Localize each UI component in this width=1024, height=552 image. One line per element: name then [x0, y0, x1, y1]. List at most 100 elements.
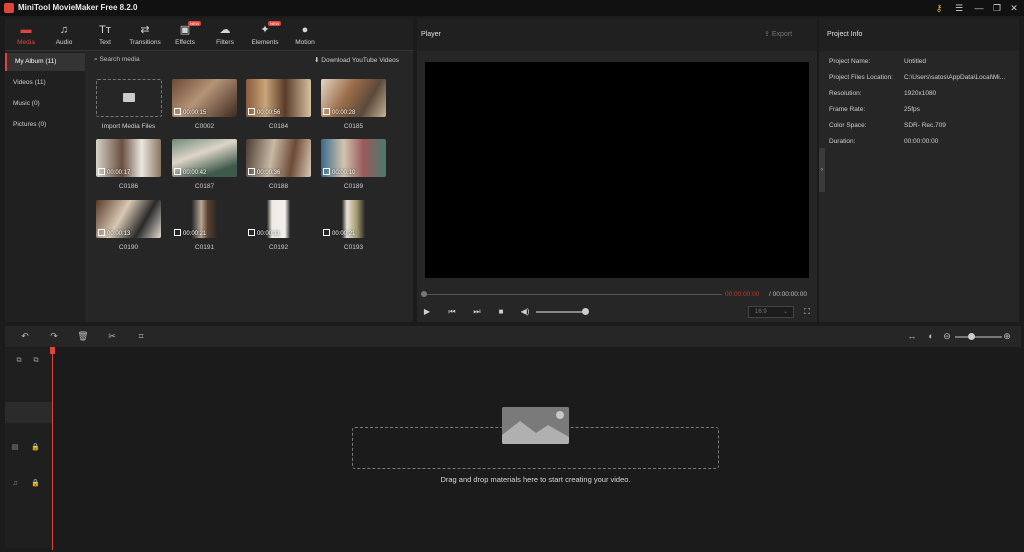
clip-thumbnail[interactable]: 00:00:11 — [246, 200, 311, 238]
scrub-bar[interactable] — [425, 294, 722, 295]
delete-icon[interactable]: 🗑 — [77, 330, 89, 342]
frame-rate-value: 25fps — [904, 106, 920, 113]
tab-motion[interactable]: ● Motion — [286, 18, 324, 51]
export-icon: ⇪ — [764, 31, 772, 38]
clip-name: C0192 — [268, 244, 289, 251]
frame-rate-label: Frame Rate: — [829, 106, 866, 113]
folder-icon: ▬ — [20, 24, 32, 36]
lock-icon[interactable]: 🔒 — [31, 480, 40, 488]
clip-thumbnail[interactable]: 00:00:17 — [96, 139, 161, 177]
tab-audio[interactable]: ♫ Audio — [45, 18, 83, 51]
clip-name: C0002 — [194, 123, 215, 130]
undo-icon[interactable]: ↶ — [19, 330, 31, 342]
new-badge: NEW — [188, 21, 202, 26]
copy-track-icon[interactable]: ⧉ — [32, 357, 40, 365]
collapse-panel-button[interactable]: › — [819, 148, 825, 192]
export-button[interactable]: ⇪ Export — [764, 30, 792, 38]
clip-thumbnail[interactable]: 00:00:56 — [246, 79, 311, 117]
player-header — [417, 18, 817, 51]
clip-thumbnail[interactable]: 00:00:42 — [172, 139, 237, 177]
zoom-out-icon[interactable]: ⊖ — [941, 330, 953, 342]
clip-name: C0186 — [118, 183, 139, 190]
clip-thumbnail[interactable]: 00:00:28 — [321, 79, 386, 117]
clip-name: C0190 — [118, 244, 139, 251]
close-button[interactable]: ✕ — [1005, 1, 1023, 15]
tab-text[interactable]: Tт Text — [86, 18, 124, 51]
music-track-icon: ♫ — [12, 480, 18, 487]
zoom-handle[interactable] — [968, 333, 975, 340]
motion-icon: ● — [301, 24, 309, 36]
clip-thumbnail[interactable]: 00:00:21 — [172, 200, 237, 238]
aspect-ratio-select[interactable]: 16:9 ⌄ — [748, 306, 794, 318]
drop-hint-text: Drag and drop materials here to start cr… — [440, 475, 631, 484]
current-time: 00:00:00:00 — [725, 291, 760, 298]
color-space-value: SDR- Rec.709 — [904, 122, 946, 129]
fit-timeline-icon[interactable]: ↔ — [906, 330, 918, 342]
download-youtube-button[interactable]: ⬇ Download YouTube Videos — [314, 56, 399, 64]
import-media-label: Import Media Files — [101, 123, 156, 130]
new-badge: NEW — [268, 21, 282, 26]
clip-name: C0189 — [343, 183, 364, 190]
audio-mixer-icon[interactable]: ◐ — [925, 330, 937, 342]
scrub-handle[interactable] — [421, 291, 427, 297]
total-time: / 00:00:00:00 — [769, 291, 807, 298]
stop-icon[interactable]: ■ — [495, 306, 507, 318]
tab-filters[interactable]: ☁ Filters — [206, 18, 244, 51]
toolbar-tabs: ▬ Media ♫ Audio Tт Text ⇄ Transitions ▣ NEW Ef… — [5, 18, 413, 51]
video-preview — [425, 62, 809, 278]
clip-thumbnail[interactable]: 00:00:13 — [96, 200, 161, 238]
clip-thumbnail[interactable]: 00:00:10 — [321, 139, 386, 177]
clip-name: C0184 — [268, 123, 289, 130]
timeline-toolbar — [5, 326, 1021, 347]
crop-icon[interactable]: ⌗ — [135, 330, 147, 342]
tab-effects[interactable]: ▣ NEW Effects — [166, 18, 204, 51]
lock-icon[interactable]: 🔒 — [31, 444, 40, 452]
volume-handle[interactable] — [582, 308, 589, 315]
sidebar-item-my-album[interactable]: My Album (11) — [5, 53, 85, 71]
split-icon[interactable]: ✂ — [106, 330, 118, 342]
clip-name: C0188 — [268, 183, 289, 190]
volume-slider[interactable] — [536, 311, 585, 313]
minimize-button[interactable]: — — [970, 1, 988, 15]
volume-icon[interactable]: ◀) — [519, 306, 531, 318]
fullscreen-icon[interactable]: ⛶ — [801, 306, 813, 318]
image-placeholder-icon — [502, 407, 569, 444]
clip-name: C0191 — [194, 244, 215, 251]
resolution-value: 1920x1080 — [904, 90, 937, 97]
sidebar-item-videos[interactable]: Videos (11) — [5, 74, 85, 92]
tab-elements[interactable]: ✦ NEW Elements — [246, 18, 284, 51]
redo-icon[interactable]: ↷ — [48, 330, 60, 342]
search-media-input[interactable]: ⌕ Search media — [94, 56, 140, 64]
video-track-icon: ▤ — [11, 444, 19, 451]
sidebar-item-pictures[interactable]: Pictures (0) — [5, 116, 85, 134]
clip-thumbnail[interactable]: 00:00:36 — [246, 139, 311, 177]
maximize-button[interactable]: ❐ — [988, 1, 1006, 15]
filters-icon: ☁ — [219, 24, 231, 36]
album-sidebar: My Album (11) Videos (11) Music (0) Pict… — [5, 52, 85, 322]
project-name-label: Project Name: — [829, 58, 871, 65]
tab-media[interactable]: ▬ Media — [7, 18, 45, 51]
zoom-slider[interactable] — [955, 336, 1002, 338]
playhead[interactable] — [52, 350, 53, 550]
clip-thumbnail[interactable]: 00:00:21 — [321, 200, 386, 238]
add-track-icon[interactable]: ⧉ — [15, 357, 23, 365]
key-icon[interactable]: ⚷ — [930, 1, 948, 15]
clip-name: C0187 — [194, 183, 215, 190]
app-logo-icon — [4, 3, 14, 13]
previous-frame-icon[interactable]: ⏮ — [446, 306, 458, 318]
app-title: MiniTool MovieMaker Free 8.2.0 — [18, 3, 138, 12]
title-bar — [0, 0, 1024, 16]
duration-label: Duration: — [829, 138, 856, 145]
clip-name: C0185 — [343, 123, 364, 130]
project-name-value: Untitled — [904, 58, 927, 65]
tab-transitions[interactable]: ⇄ Transitions — [126, 18, 164, 51]
folder-icon — [123, 93, 135, 102]
next-frame-icon[interactable]: ⏭ — [471, 306, 483, 318]
menu-icon[interactable]: ☰ — [950, 1, 968, 15]
play-icon[interactable]: ▶ — [421, 306, 433, 318]
color-space-label: Color Space: — [829, 122, 867, 129]
clip-thumbnail[interactable]: 00:00:15 — [172, 79, 237, 117]
zoom-in-icon[interactable]: ⊕ — [1001, 330, 1013, 342]
duration-value: 00:00:00:00 — [904, 138, 939, 145]
sidebar-item-music[interactable]: Music (0) — [5, 95, 85, 113]
